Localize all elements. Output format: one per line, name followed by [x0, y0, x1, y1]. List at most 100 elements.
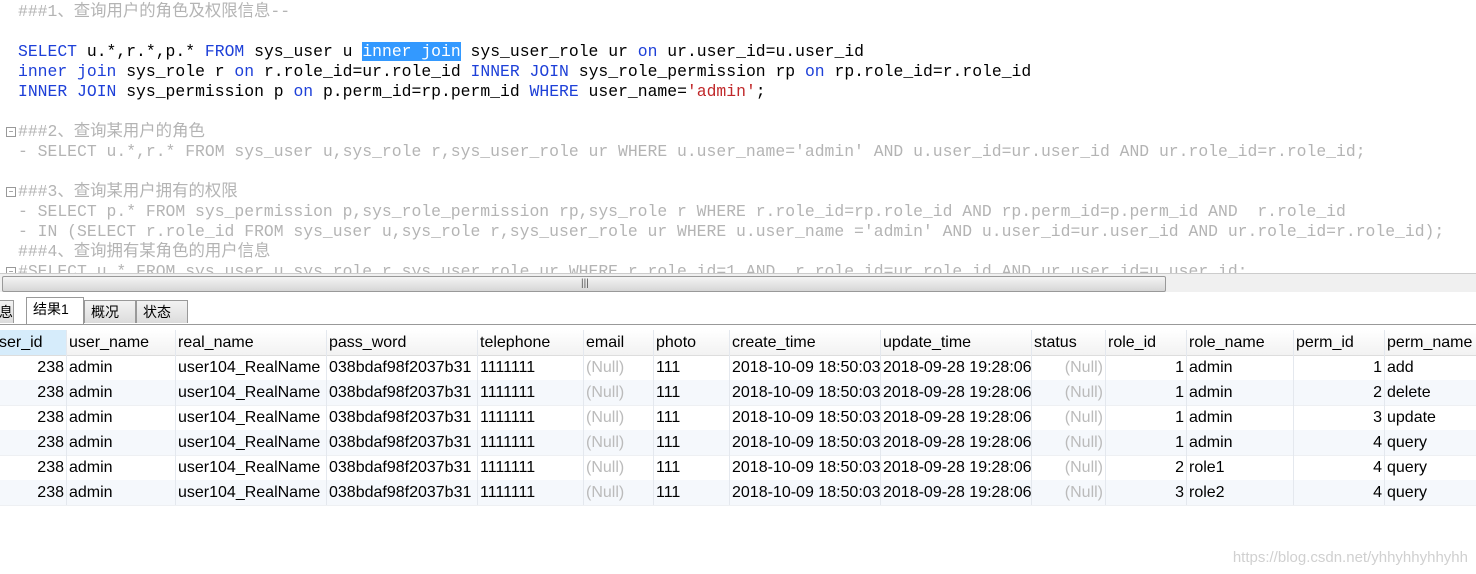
cell-role_name[interactable]: admin — [1187, 380, 1294, 405]
cell-role_id[interactable]: 1 — [1106, 430, 1187, 455]
cell-ser_id[interactable]: 238 — [0, 480, 67, 505]
cell-email[interactable]: (Null) — [584, 405, 654, 430]
sql-editor[interactable]: ###1、查询用户的角色及权限信息-- SELECT u.*,r.*,p.* FR… — [0, 0, 1476, 273]
code-line[interactable]: - SELECT u.*,r.* FROM sys_user u,sys_rol… — [18, 142, 1366, 162]
horizontal-scrollbar[interactable]: ||| — [0, 273, 1476, 292]
cell-create_time[interactable]: 2018-10-09 18:50:03 — [730, 355, 881, 380]
tab-2[interactable]: 概况 — [84, 300, 136, 323]
cell-role_name[interactable]: admin — [1187, 355, 1294, 380]
tab-0[interactable]: 息 — [0, 300, 14, 323]
cell-email[interactable]: (Null) — [584, 430, 654, 455]
code-line[interactable]: - IN (SELECT r.role_id FROM sys_user u,s… — [18, 222, 1444, 242]
cell-update_time[interactable]: 2018-09-28 19:28:06 — [881, 405, 1032, 430]
cell-pass_word[interactable]: 038bdaf98f2037b31 — [327, 480, 478, 505]
column-header-real_name[interactable]: real_name — [176, 330, 327, 355]
cell-update_time[interactable]: 2018-09-28 19:28:06 — [881, 380, 1032, 405]
cell-role_name[interactable]: admin — [1187, 430, 1294, 455]
cell-status[interactable]: (Null) — [1032, 405, 1106, 430]
cell-role_id[interactable]: 1 — [1106, 380, 1187, 405]
cell-ser_id[interactable]: 238 — [0, 430, 67, 455]
table-row[interactable]: 238 admin user104_RealName 038bdaf98f2037b3… — [0, 405, 1476, 431]
cell-role_name[interactable]: role1 — [1187, 455, 1294, 480]
code-line[interactable]: inner join sys_role r on r.role_id=ur.ro… — [18, 62, 1031, 82]
cell-status[interactable]: (Null) — [1032, 430, 1106, 455]
cell-telephone[interactable]: 1111111 — [478, 405, 584, 430]
cell-create_time[interactable]: 2018-10-09 18:50:03 — [730, 405, 881, 430]
table-row[interactable]: 238 admin user104_RealName 038bdaf98f2037b3… — [0, 480, 1476, 506]
cell-status[interactable]: (Null) — [1032, 480, 1106, 505]
table-row[interactable]: 238 admin user104_RealName 038bdaf98f2037b3… — [0, 455, 1476, 481]
table-row[interactable]: 238 admin user104_RealName 038bdaf98f2037b3… — [0, 380, 1476, 406]
scrollbar-thumb[interactable]: ||| — [2, 276, 1166, 292]
cell-ser_id[interactable]: 238 — [0, 355, 67, 380]
cell-email[interactable]: (Null) — [584, 455, 654, 480]
cell-role_id[interactable]: 3 — [1106, 480, 1187, 505]
cell-telephone[interactable]: 1111111 — [478, 380, 584, 405]
cell-perm_id[interactable]: 4 — [1294, 430, 1385, 455]
cell-role_name[interactable]: admin — [1187, 405, 1294, 430]
code-line[interactable]: - SELECT p.* FROM sys_permission p,sys_r… — [18, 202, 1346, 222]
cell-photo[interactable]: 111 — [654, 480, 730, 505]
column-header-update_time[interactable]: update_time — [881, 330, 1032, 355]
cell-perm_name[interactable]: delete — [1385, 380, 1476, 405]
cell-user_name[interactable]: admin — [67, 405, 176, 430]
tab-1[interactable]: 结果1 — [26, 297, 84, 324]
cell-create_time[interactable]: 2018-10-09 18:50:03 — [730, 480, 881, 505]
cell-perm_id[interactable]: 2 — [1294, 380, 1385, 405]
cell-perm_id[interactable]: 3 — [1294, 405, 1385, 430]
cell-photo[interactable]: 111 — [654, 355, 730, 380]
cell-email[interactable]: (Null) — [584, 480, 654, 505]
cell-photo[interactable]: 111 — [654, 405, 730, 430]
cell-perm_name[interactable]: add — [1385, 355, 1476, 380]
cell-email[interactable]: (Null) — [584, 355, 654, 380]
cell-real_name[interactable]: user104_RealName — [176, 405, 327, 430]
cell-user_name[interactable]: admin — [67, 380, 176, 405]
column-header-ser_id[interactable]: ser_id — [0, 330, 67, 355]
cell-photo[interactable]: 111 — [654, 430, 730, 455]
code-line[interactable]: #SELECT u.* FROM sys_user u,sys_role r,s… — [18, 262, 1248, 273]
cell-role_id[interactable]: 2 — [1106, 455, 1187, 480]
cell-create_time[interactable]: 2018-10-09 18:50:03 — [730, 430, 881, 455]
fold-toggle-icon[interactable]: − — [6, 127, 16, 137]
code-line[interactable]: ###3、查询某用户拥有的权限 — [18, 182, 238, 202]
cell-role_id[interactable]: 1 — [1106, 405, 1187, 430]
cell-telephone[interactable]: 1111111 — [478, 480, 584, 505]
cell-create_time[interactable]: 2018-10-09 18:50:03 — [730, 455, 881, 480]
code-line[interactable]: INNER JOIN sys_permission p on p.perm_id… — [18, 82, 766, 102]
cell-pass_word[interactable]: 038bdaf98f2037b31 — [327, 380, 478, 405]
cell-user_name[interactable]: admin — [67, 355, 176, 380]
cell-update_time[interactable]: 2018-09-28 19:28:06 — [881, 430, 1032, 455]
cell-status[interactable]: (Null) — [1032, 380, 1106, 405]
column-header-perm_name[interactable]: perm_name — [1385, 330, 1476, 355]
cell-ser_id[interactable]: 238 — [0, 405, 67, 430]
column-header-user_name[interactable]: user_name — [67, 330, 176, 355]
fold-toggle-icon[interactable]: − — [6, 187, 16, 197]
cell-user_name[interactable]: admin — [67, 455, 176, 480]
cell-telephone[interactable]: 1111111 — [478, 455, 584, 480]
code-line[interactable]: ###2、查询某用户的角色 — [18, 122, 205, 142]
code-line[interactable]: ###4、查询拥有某角色的用户信息 — [18, 242, 270, 262]
cell-real_name[interactable]: user104_RealName — [176, 480, 327, 505]
cell-telephone[interactable]: 1111111 — [478, 355, 584, 380]
cell-telephone[interactable]: 1111111 — [478, 430, 584, 455]
cell-user_name[interactable]: admin — [67, 430, 176, 455]
cell-pass_word[interactable]: 038bdaf98f2037b31 — [327, 405, 478, 430]
column-header-role_id[interactable]: role_id — [1106, 330, 1187, 355]
cell-email[interactable]: (Null) — [584, 380, 654, 405]
code-line[interactable]: ###1、查询用户的角色及权限信息-- — [18, 2, 290, 22]
tab-3[interactable]: 状态 — [136, 300, 188, 323]
cell-user_name[interactable]: admin — [67, 480, 176, 505]
column-header-pass_word[interactable]: pass_word — [327, 330, 478, 355]
cell-role_id[interactable]: 1 — [1106, 355, 1187, 380]
cell-perm_name[interactable]: query — [1385, 455, 1476, 480]
cell-perm_name[interactable]: query — [1385, 430, 1476, 455]
cell-perm_name[interactable]: query — [1385, 480, 1476, 505]
cell-status[interactable]: (Null) — [1032, 355, 1106, 380]
cell-real_name[interactable]: user104_RealName — [176, 455, 327, 480]
column-header-create_time[interactable]: create_time — [730, 330, 881, 355]
cell-perm_id[interactable]: 1 — [1294, 355, 1385, 380]
column-header-email[interactable]: email — [584, 330, 654, 355]
cell-pass_word[interactable]: 038bdaf98f2037b31 — [327, 355, 478, 380]
cell-update_time[interactable]: 2018-09-28 19:28:06 — [881, 480, 1032, 505]
cell-photo[interactable]: 111 — [654, 380, 730, 405]
